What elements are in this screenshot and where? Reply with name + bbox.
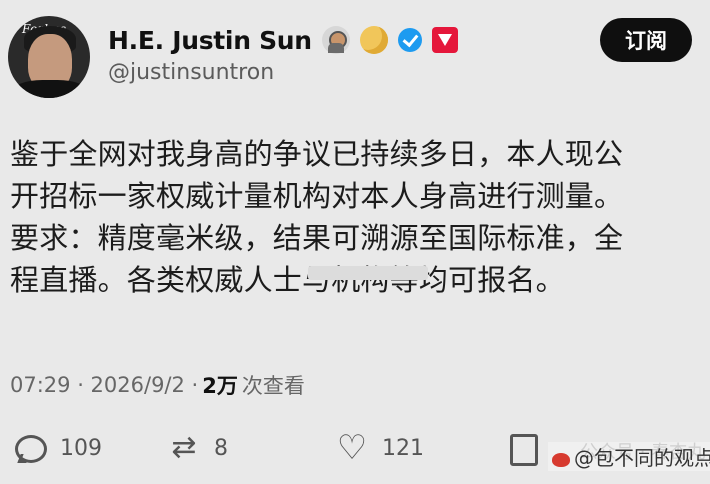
reply-count: 109 bbox=[60, 435, 102, 461]
tweet-timestamp[interactable]: 07:29 · 2026/9/2 · bbox=[10, 373, 198, 397]
source-watermark: @包不同的观点 bbox=[548, 442, 710, 471]
tweet-line: 鉴于全网对我身高的争议已持续多日，本人现公 bbox=[10, 137, 624, 171]
avatar-suit bbox=[12, 80, 88, 98]
reply-icon bbox=[14, 432, 47, 464]
retweet-count: 8 bbox=[214, 435, 228, 461]
reply-button[interactable]: 109 bbox=[14, 432, 102, 464]
avatar[interactable]: Forbes bbox=[8, 16, 90, 98]
follow-button[interactable]: 订阅 bbox=[600, 18, 692, 62]
tweet-header: Forbes H.E. Justin Sun @justinsuntron 订阅 bbox=[0, 0, 710, 110]
tweet-meta: 07:29 · 2026/9/2 · 2万 次查看 bbox=[10, 370, 305, 400]
bookmark-icon bbox=[506, 432, 538, 466]
user-handle[interactable]: @justinsuntron bbox=[108, 60, 274, 85]
tweet-line: 开招标一家权威计量机构对本人身高进行测量。 bbox=[10, 179, 624, 213]
astronaut-icon bbox=[321, 26, 350, 54]
views-count: 2万 bbox=[202, 374, 238, 398]
weibo-icon bbox=[552, 452, 570, 467]
like-count: 121 bbox=[382, 435, 424, 461]
verified-icon[interactable] bbox=[397, 28, 422, 52]
like-button[interactable]: ♡ 121 bbox=[336, 428, 424, 468]
retweet-icon: ⇄ bbox=[171, 430, 197, 465]
name-row: H.E. Justin Sun bbox=[108, 22, 458, 58]
moon-icon bbox=[359, 26, 388, 54]
tron-logo-icon bbox=[431, 27, 458, 53]
heart-icon: ♡ bbox=[336, 428, 368, 468]
retweet-button[interactable]: ⇄ 8 bbox=[168, 432, 228, 464]
display-name[interactable]: H.E. Justin Sun bbox=[108, 26, 312, 55]
center-watermark-blur bbox=[308, 266, 428, 280]
views-label: 次查看 bbox=[241, 374, 305, 398]
bookmark-button[interactable] bbox=[506, 432, 552, 466]
source-watermark-text: @包不同的观点 bbox=[574, 446, 710, 470]
tweet-line: 要求：精度毫米级，结果可溯源至国际标准，全 bbox=[10, 221, 624, 255]
